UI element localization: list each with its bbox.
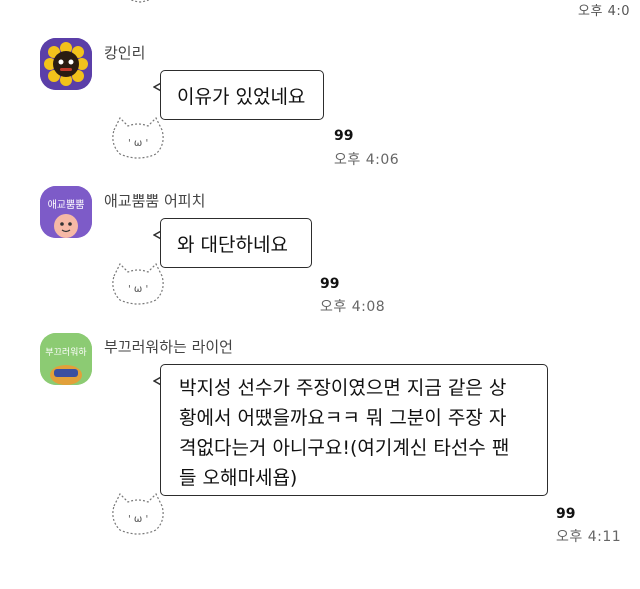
cat-sticker: ' ω ' [108,116,168,168]
black-character-sunflower-avatar-icon [40,38,92,90]
read-count: 99 [556,506,576,522]
avatar[interactable]: 애교뿜뿜 [40,186,92,238]
cat-sticker: ' ω ' [108,492,168,544]
doodle-cat-sticker-icon: ' ω ' [112,262,164,305]
svg-text:' ω ': ' ω ' [128,514,148,525]
sender-name: 부끄러워하는 라이언 [104,338,233,356]
read-count: 99 [334,128,354,144]
shy-ryan-avatar-icon [40,333,92,385]
avatar-text: 애교뿜뿜 [47,200,85,211]
message-bubble[interactable]: 박지성 선수가 주장이였으면 지금 같은 상 황에서 어땠을까요ㅋㅋ 뭐 그분이… [160,364,548,496]
avatar[interactable] [40,38,92,90]
message-bubble[interactable]: 와 대단하네요 [160,218,312,268]
message-time: 오후 4:08 [320,299,386,315]
message-time: 오후 4:06 [334,152,400,168]
cat-sticker-partial [110,0,170,18]
message-time: 오후 4:11 [556,529,622,545]
message-bubble[interactable]: 이유가 있었네요 [160,70,324,120]
sender-name: 캉인리 [104,44,146,62]
read-count: 99 [320,276,340,292]
avatar[interactable]: 부끄러워하 [40,333,92,385]
sender-name: 애교뿜뿜 어피치 [104,192,206,210]
avatar-text: 부끄러워하 [45,348,87,358]
svg-text:' ω ': ' ω ' [128,138,148,149]
cat-sticker: ' ω ' [108,262,168,314]
svg-text:' ω ': ' ω ' [128,284,148,295]
message-time: 오후 4:0 [578,4,630,19]
apeach-aegyo-avatar-icon [40,186,92,238]
doodle-cat-sticker-icon: ' ω ' [112,116,164,159]
doodle-cat-sticker-icon: ' ω ' [112,492,164,535]
doodle-cat-sticker-icon [130,0,150,3]
